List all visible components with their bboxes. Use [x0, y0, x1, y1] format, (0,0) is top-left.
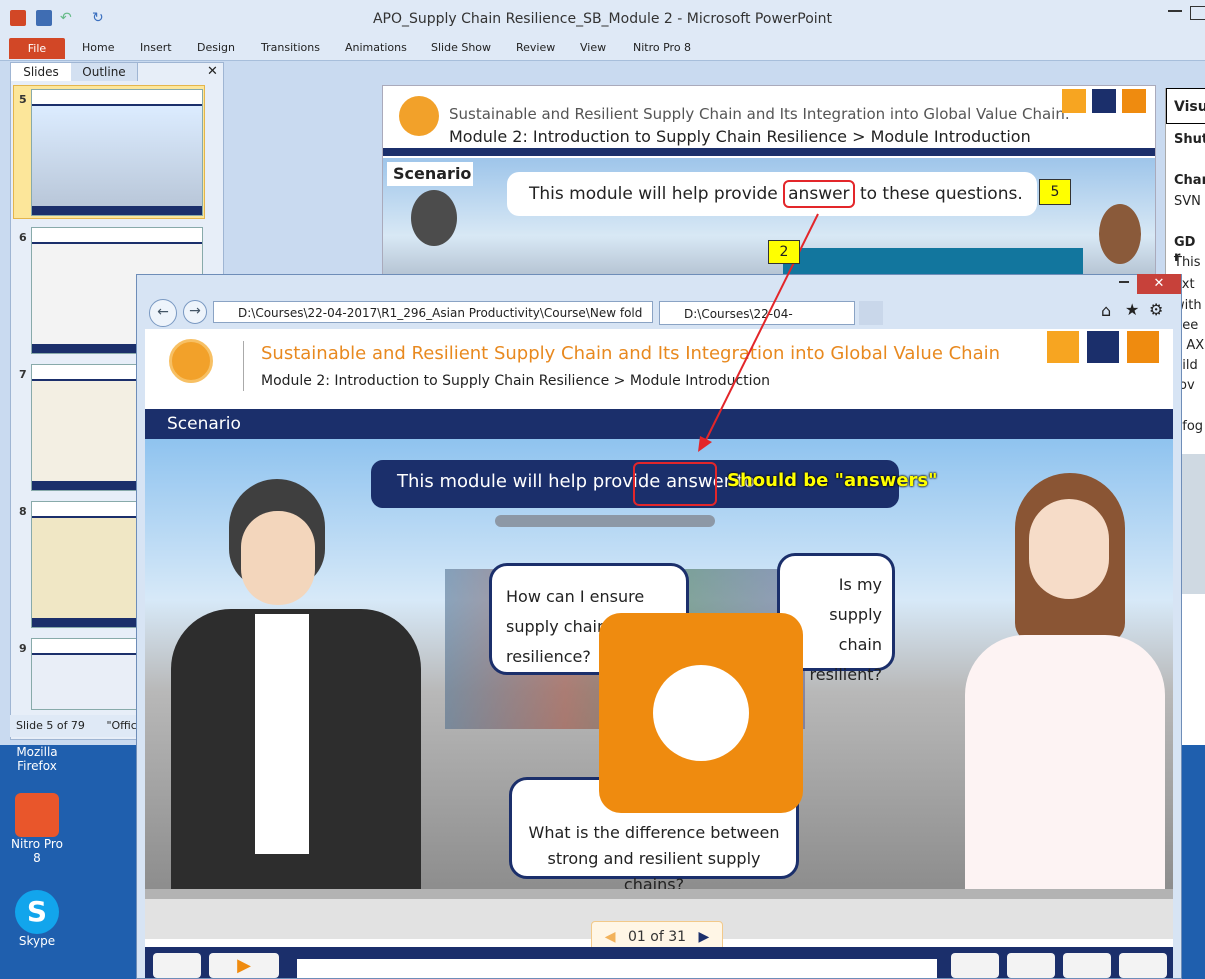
annotation-arrow — [698, 213, 819, 452]
annotation-marker: 2 — [768, 240, 800, 264]
